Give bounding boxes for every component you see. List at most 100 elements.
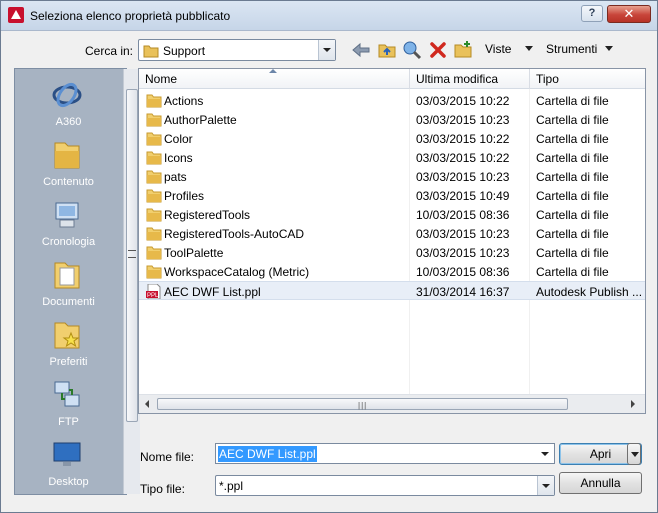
column-header-name[interactable]: Nome [145,72,177,86]
views-menu[interactable]: Viste [485,42,511,56]
type-cell: Cartella di file [536,265,609,279]
file-name-cell: RegisteredTools-AutoCAD [164,227,305,241]
dialog-window: Seleziona elenco proprietà pubblicato ? … [0,0,658,513]
modified-cell: 03/03/2015 10:23 [416,227,510,241]
scroll-left-icon[interactable] [145,400,149,408]
file-type-select[interactable]: *.ppl [215,475,555,496]
file-type-value: *.ppl [219,479,244,493]
folder-icon [146,227,162,241]
column-header-type[interactable]: Tipo [536,72,559,86]
place-desktop[interactable]: Desktop [15,435,122,495]
column-divider[interactable] [529,69,530,89]
cancel-button[interactable]: Annulla [559,472,642,494]
modified-cell: 10/03/2015 08:36 [416,265,510,279]
file-name-cell: Profiles [164,189,205,203]
file-type-label: Tipo file: [140,482,185,496]
table-row[interactable]: AuthorPalette 03/03/2015 10:23 Cartella di… [139,110,645,129]
scroll-thumb[interactable]: ||| [157,398,568,410]
file-name-cell: RegisteredTools [164,208,251,222]
file-name-cell: Actions [164,94,204,108]
chevron-down-icon[interactable] [525,46,533,51]
up-folder-icon[interactable] [377,40,397,60]
chevron-down-icon[interactable] [537,476,554,495]
places-bar: A360 Contenuto Cronologia Documenti Pref… [14,68,140,495]
file-name-cell: AuthorPalette [164,113,237,127]
place-preferiti[interactable]: Preferiti [15,315,122,375]
delete-icon[interactable] [428,40,448,60]
file-name-cell: AEC DWF List.ppl [164,285,261,299]
file-name-cell: Icons [164,151,193,165]
list-header: Nome Ultima modifica Tipo [139,69,645,89]
tools-menu[interactable]: Strumenti [546,42,597,56]
table-row[interactable]: Actions 03/03/2015 10:22 Cartella di file [139,91,645,110]
table-row[interactable]: Profiles 03/03/2015 10:49 Cartella di file [139,186,645,205]
place-label: Documenti [42,296,95,308]
file-name-label: Nome file: [140,450,195,464]
look-in-select[interactable]: Support [138,39,336,61]
table-row[interactable]: pats 03/03/2015 10:23 Cartella di file [139,167,645,186]
modified-cell: 03/03/2015 10:49 [416,189,510,203]
history-icon [55,202,79,228]
sort-ascending-icon [269,69,277,73]
scroll-right-icon[interactable] [631,400,635,408]
table-row[interactable]: RegisteredTools 10/03/2015 08:36 Cartella … [139,205,645,224]
search-web-icon[interactable] [402,40,422,60]
file-name-value: AEC DWF List.ppl [218,446,317,462]
look-in-label: Cerca in: [85,44,134,58]
place-cronologia[interactable]: Cronologia [15,195,122,255]
file-list[interactable]: Nome Ultima modifica Tipo Actions 03/03/2… [138,68,646,414]
place-label: Desktop [48,476,89,488]
svg-text:PPL: PPL [147,293,159,299]
folder-icon [146,170,162,184]
type-cell: Cartella di file [536,246,609,260]
back-arrow-icon[interactable] [351,40,371,60]
place-documenti[interactable]: Documenti [15,255,122,315]
help-button[interactable]: ? [581,5,603,22]
folder-icon [146,265,162,279]
table-row[interactable]: ToolPalette 03/03/2015 10:23 Cartella di f… [139,243,645,262]
place-label: FTP [58,416,79,428]
chevron-down-icon[interactable] [318,40,335,60]
place-a360[interactable]: A360 [15,75,122,135]
place-label: Preferiti [49,356,88,368]
close-button[interactable]: ✕ [607,5,651,23]
modified-cell: 10/03/2015 08:36 [416,208,510,222]
modified-cell: 03/03/2015 10:23 [416,246,510,260]
place-label: A360 [55,116,82,128]
type-cell: Cartella di file [536,113,609,127]
folder-icon [146,189,162,203]
modified-cell: 03/03/2015 10:22 [416,94,510,108]
column-divider[interactable] [409,69,410,89]
chevron-down-icon[interactable] [537,444,554,463]
modified-cell: 03/03/2015 10:23 [416,113,510,127]
open-options-button[interactable] [627,443,641,465]
table-row[interactable]: PPL AEC DWF List.ppl 31/03/2014 16:37 Autod… [139,281,645,300]
table-row[interactable]: RegisteredTools-AutoCAD 03/03/2015 10:23 C… [139,224,645,243]
folder-icon [146,208,162,222]
table-row[interactable]: Icons 03/03/2015 10:22 Cartella di file [139,148,645,167]
folder-icon [146,94,162,108]
scroll-grip-icon [128,250,136,258]
ftp-icon [54,381,80,407]
folder-icon [146,132,162,146]
place-contenuto[interactable]: Contenuto [15,135,122,195]
table-row[interactable]: WorkspaceCatalog (Metric) 10/03/2015 08:3… [139,262,645,281]
file-name-input[interactable]: AEC DWF List.ppl [215,443,555,464]
place-label: Cronologia [41,236,96,248]
file-name-cell: pats [164,170,187,184]
column-header-modified[interactable]: Ultima modifica [416,72,498,86]
type-cell: Cartella di file [536,208,609,222]
new-folder-icon[interactable] [453,40,473,60]
ppl-file-icon: PPL [146,284,161,299]
modified-cell: 03/03/2015 10:22 [416,132,510,146]
chevron-down-icon[interactable] [605,46,613,51]
table-row[interactable]: Color 03/03/2015 10:22 Cartella di file [139,129,645,148]
type-cell: Cartella di file [536,132,609,146]
horizontal-scrollbar[interactable]: ||| [139,394,645,413]
type-cell: Autodesk Publish ... [536,285,643,299]
title-bar[interactable]: Seleziona elenco proprietà pubblicato ? … [1,1,657,31]
autocad-app-icon [8,7,24,23]
type-cell: Cartella di file [536,189,609,203]
place-ftp[interactable]: FTP [15,375,122,435]
type-cell: Cartella di file [536,94,609,108]
